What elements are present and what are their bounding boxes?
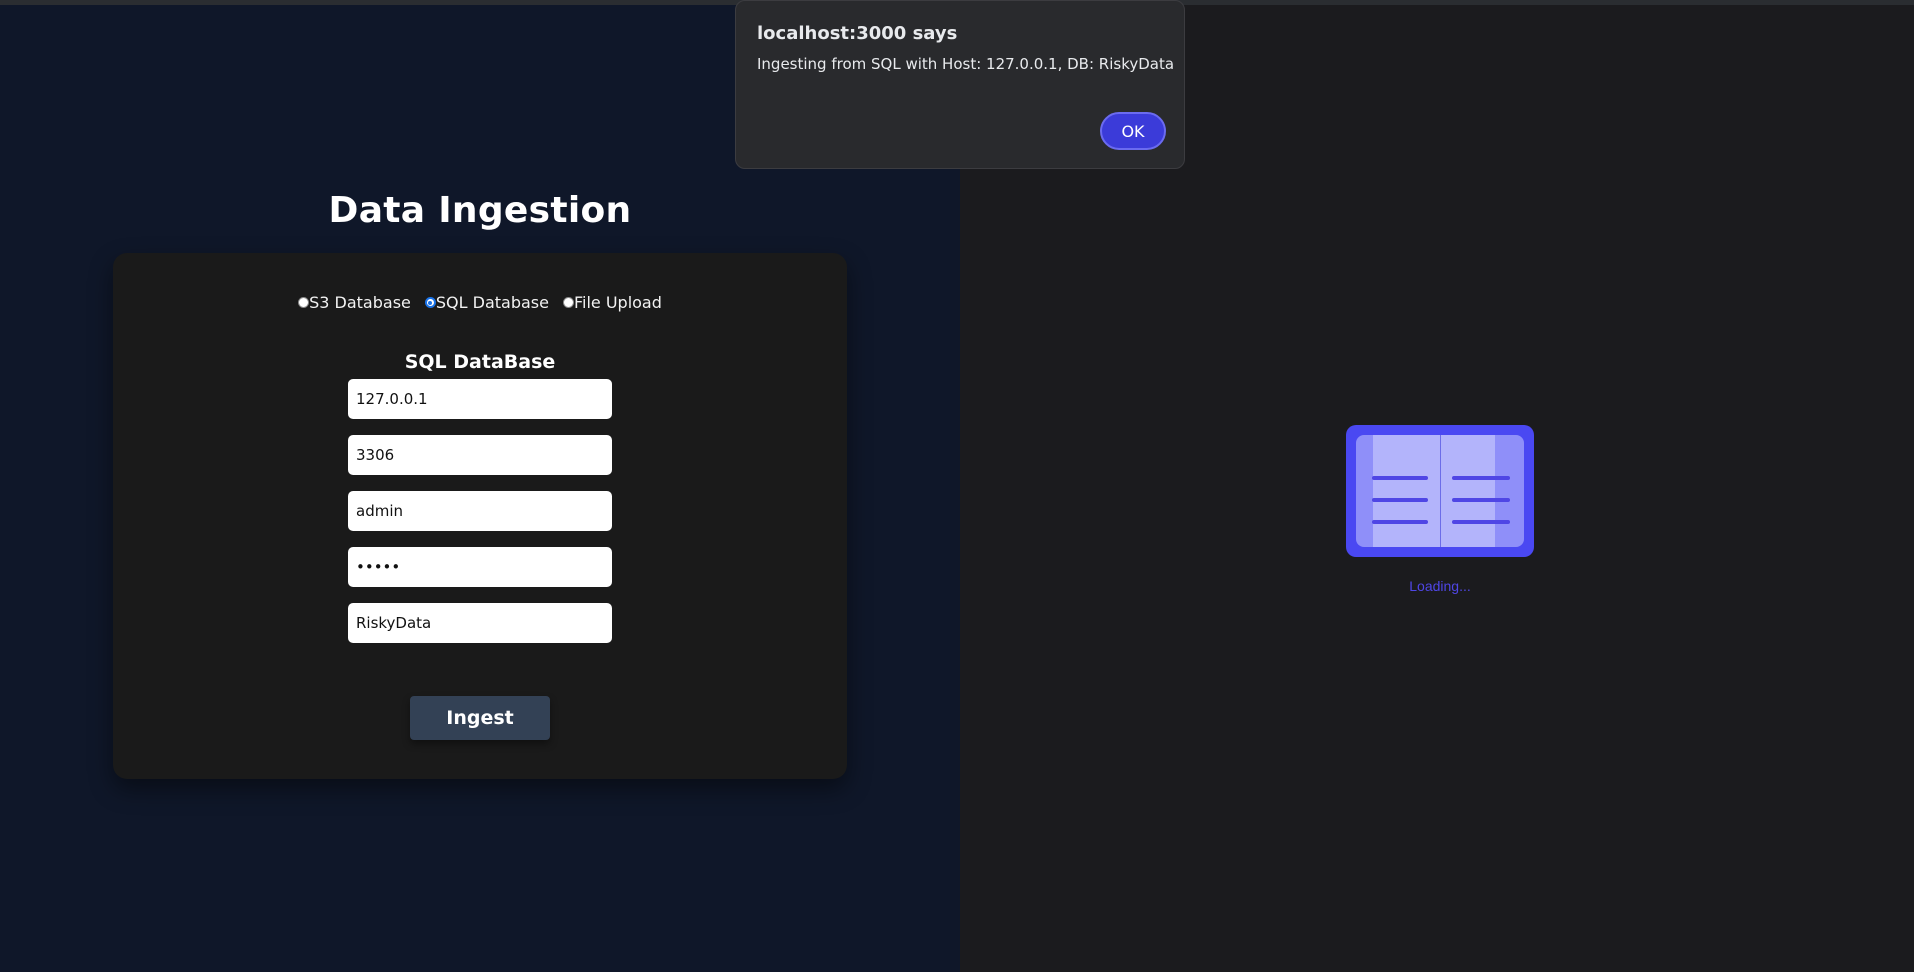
book-loader-icon [1346,425,1534,557]
password-input[interactable]: ••••• [348,547,612,587]
radio-s3-database[interactable]: S3 Database [298,293,411,312]
book-line [1452,476,1510,480]
sql-section-title: SQL DataBase [404,351,556,373]
book-line [1372,476,1428,480]
radio-file-label: File Upload [573,293,662,312]
radio-sql-database[interactable]: SQL Database [424,293,549,312]
page-title: Data Ingestion [328,190,632,231]
radio-sql-label: SQL Database [435,293,549,312]
ingest-button[interactable]: Ingest [410,696,550,740]
book-line [1452,520,1510,524]
book-line [1372,520,1428,524]
alert-dialog: localhost:3000 says Ingesting from SQL w… [735,0,1185,169]
radio-s3-circle[interactable] [298,297,310,308]
book-line [1452,498,1510,502]
radio-file-circle[interactable] [562,297,574,308]
database-input[interactable]: RiskyData [348,603,612,643]
radio-sql-circle[interactable] [424,297,436,308]
alert-title: localhost:3000 says [757,23,958,44]
radio-file-upload[interactable]: File Upload [562,293,662,312]
book-cover [1356,435,1524,547]
book-page [1373,435,1495,547]
ingestion-form-card: S3 Database SQL Database File Upload SQL… [113,253,847,779]
book-line [1372,498,1428,502]
loading-text: Loading... [1409,578,1471,594]
alert-ok-button[interactable]: OK [1100,112,1166,150]
username-input[interactable]: admin [348,491,612,531]
alert-message: Ingesting from SQL with Host: 127.0.0.1,… [757,55,1175,73]
host-input[interactable]: 127.0.0.1 [348,379,612,419]
port-input[interactable]: 3306 [348,435,612,475]
radio-s3-label: S3 Database [309,293,411,312]
source-selector: S3 Database SQL Database File Upload [113,293,847,312]
book-spine [1440,435,1441,547]
